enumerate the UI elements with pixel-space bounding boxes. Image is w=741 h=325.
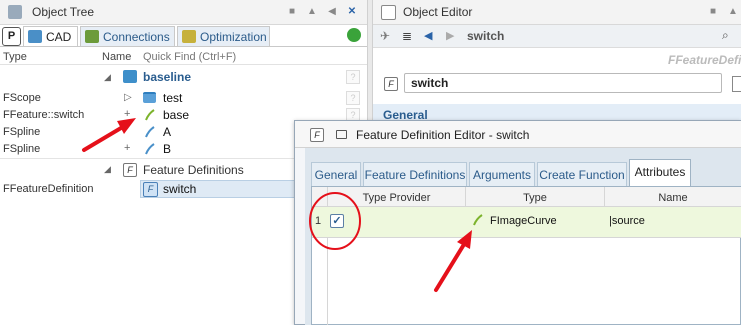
annotation-overlay (82, 118, 472, 292)
red-arrow-icon (82, 118, 136, 152)
red-circle-icon (309, 192, 361, 250)
red-arrow-icon (434, 230, 472, 292)
